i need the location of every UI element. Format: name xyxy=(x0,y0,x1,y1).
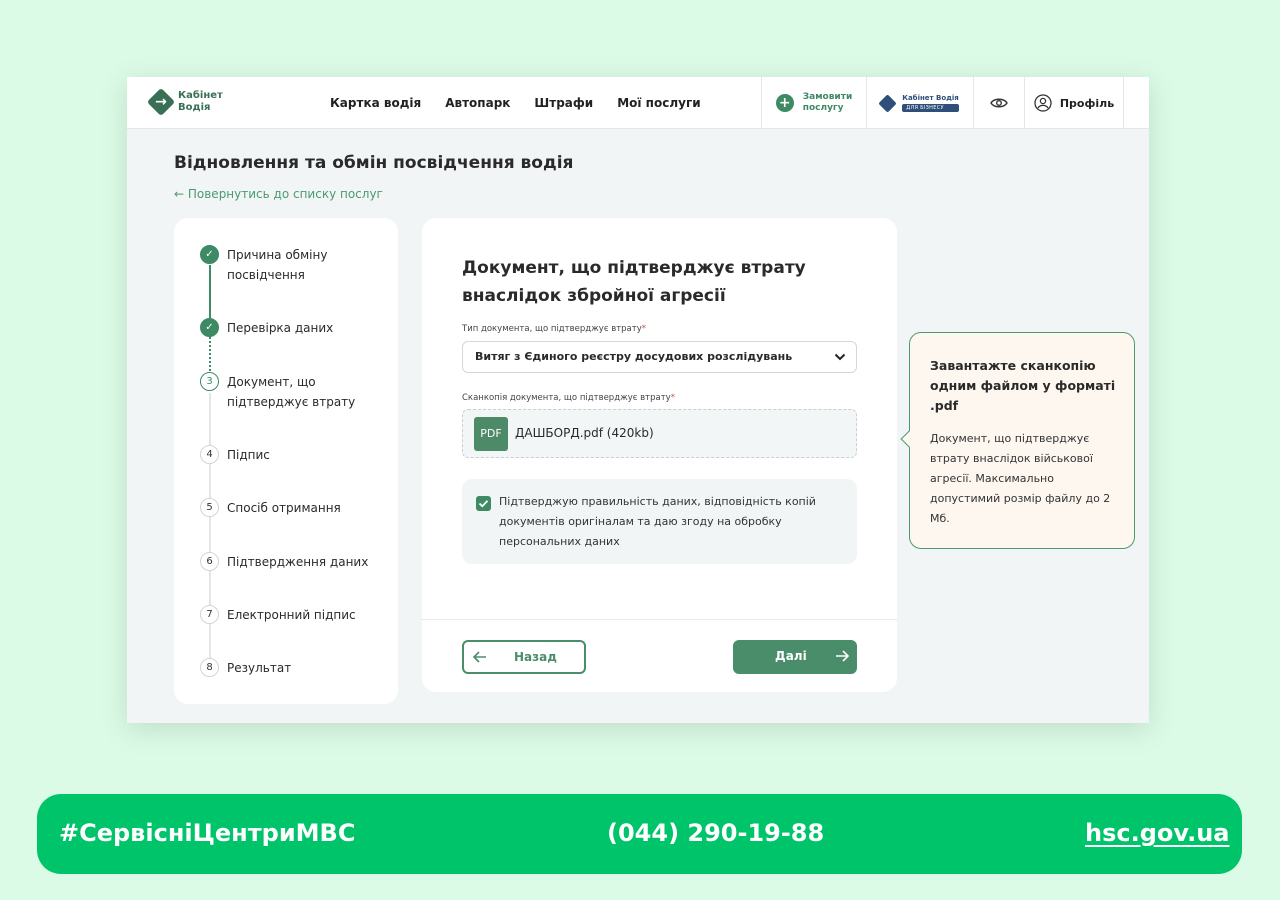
step-number: 6 xyxy=(200,552,219,571)
pdf-file-icon: PDF xyxy=(474,417,508,451)
doc-type-value: Витяг з Єдиного реєстру досудових розслі… xyxy=(475,350,793,363)
nav-my-services[interactable]: Мої послуги xyxy=(617,96,700,110)
form-card: Документ, що підтверджує втрату внаслідо… xyxy=(422,218,897,692)
chevron-down-icon xyxy=(834,353,846,361)
tooltip-title: Завантажте сканкопію одним файлом у форм… xyxy=(930,358,1116,413)
business-logo-icon xyxy=(878,93,897,113)
plus-icon: + xyxy=(775,94,794,112)
step-label: Спосіб отримання xyxy=(227,501,341,515)
step-label: Перевірка даних xyxy=(227,321,334,335)
required-mark: * xyxy=(641,324,646,334)
nav-fleet[interactable]: Автопарк xyxy=(445,96,510,110)
check-icon: ✓ xyxy=(200,318,219,337)
scan-label: Сканкопія документа, що підтверджує втра… xyxy=(462,393,675,403)
step-number: 8 xyxy=(200,658,219,677)
profile-button[interactable]: Профіль xyxy=(1024,77,1123,129)
logo[interactable]: → Кабінет Водія xyxy=(146,87,223,117)
eye-icon xyxy=(990,98,1008,108)
step-6: 6 Підтвердження даних xyxy=(200,552,377,572)
check-icon xyxy=(478,500,489,508)
top-header: → Кабінет Водія Картка водія Автопарк Шт… xyxy=(127,77,1149,129)
step-label: Документ, що підтверджує втрату xyxy=(227,375,356,409)
step-7: 7 Електронний підпис xyxy=(200,605,377,625)
consent-text: Підтверджую правильність даних, відповід… xyxy=(499,495,816,548)
nav-fines[interactable]: Штрафи xyxy=(534,96,593,110)
divider xyxy=(422,619,897,620)
step-number: 5 xyxy=(200,498,219,517)
arrow-left-icon xyxy=(472,651,486,663)
step-number: 7 xyxy=(200,605,219,624)
step-8: 8 Результат xyxy=(200,658,377,678)
banner-website-link[interactable]: hsc.gov.ua xyxy=(1085,819,1229,847)
logo-icon: → xyxy=(146,87,176,117)
nav-driver-card[interactable]: Картка водія xyxy=(330,96,421,110)
back-to-services-link[interactable]: ← Повернутись до списку послуг xyxy=(174,187,383,201)
consent-block: Підтверджую правильність даних, відповід… xyxy=(462,479,857,564)
next-button[interactable]: Далі xyxy=(733,640,857,674)
step-label: Підпис xyxy=(227,448,270,462)
doc-type-label: Тип документа, що підтверджує втрату* xyxy=(462,324,646,334)
arrow-right-icon xyxy=(836,650,850,662)
order-line1: Замовити xyxy=(802,92,853,102)
profile-label: Профіль xyxy=(1059,96,1115,110)
consent-checkbox[interactable] xyxy=(476,496,491,511)
next-button-label: Далі xyxy=(775,649,807,663)
check-icon: ✓ xyxy=(200,245,219,264)
promo-banner: #СервісніЦентриМВС (044) 290-19-88 hsc.g… xyxy=(37,794,1242,874)
upload-hint-tooltip: Завантажте сканкопію одним файлом у форм… xyxy=(900,332,1135,549)
business-title: Кабінет Водія xyxy=(902,94,959,102)
banner-hashtag: #СервісніЦентриМВС xyxy=(59,819,356,847)
step-label: Причина обміну посвідчення xyxy=(227,248,328,282)
step-2: ✓ Перевірка даних xyxy=(200,318,377,338)
back-button-label: Назад xyxy=(514,650,557,664)
logo-line2: Водія xyxy=(178,102,211,113)
step-5: 5 Спосіб отримання xyxy=(200,498,377,518)
accessibility-button[interactable] xyxy=(973,77,1024,129)
business-cabinet-link[interactable]: Кабінет Водія ДЛЯ БІЗНЕСУ xyxy=(866,77,973,129)
user-icon xyxy=(1034,94,1052,112)
page-title: Відновлення та обмін посвідчення водія xyxy=(174,153,574,173)
doc-type-select[interactable]: Витяг з Єдиного реєстру досудових розслі… xyxy=(462,341,857,373)
form-title: Документ, що підтверджує втрату внаслідо… xyxy=(462,258,806,306)
app-window: → Кабінет Водія Картка водія Автопарк Шт… xyxy=(127,77,1149,723)
tooltip-text: Документ, що підтверджує втрату внаслідо… xyxy=(930,432,1111,525)
step-label: Результат xyxy=(227,661,292,675)
main-nav: Картка водія Автопарк Штрафи Мої послуги xyxy=(330,77,725,129)
order-line2: послугу xyxy=(802,103,844,113)
step-4: 4 Підпис xyxy=(200,445,377,465)
progress-stepper: ✓ Причина обміну посвідчення ✓ Перевірка… xyxy=(174,218,398,704)
file-upload-area[interactable]: PDF ДАШБОРД.pdf (420kb) xyxy=(462,409,857,458)
step-1: ✓ Причина обміну посвідчення xyxy=(200,245,377,285)
business-badge: ДЛЯ БІЗНЕСУ xyxy=(902,104,959,112)
step-3: 3 Документ, що підтверджує втрату xyxy=(200,372,377,412)
step-number: 4 xyxy=(200,445,219,464)
uploaded-file-name: ДАШБОРД.pdf (420kb) xyxy=(515,426,654,440)
required-mark: * xyxy=(670,393,675,403)
back-button[interactable]: Назад xyxy=(462,640,586,674)
order-service-button[interactable]: + Замовити послугу xyxy=(761,77,866,129)
step-number: 3 xyxy=(200,372,219,391)
logo-line1: Кабінет xyxy=(178,90,223,101)
banner-phone: (044) 290-19-88 xyxy=(607,819,825,847)
step-label: Підтвердження даних xyxy=(227,555,369,569)
step-label: Електронний підпис xyxy=(227,608,356,622)
